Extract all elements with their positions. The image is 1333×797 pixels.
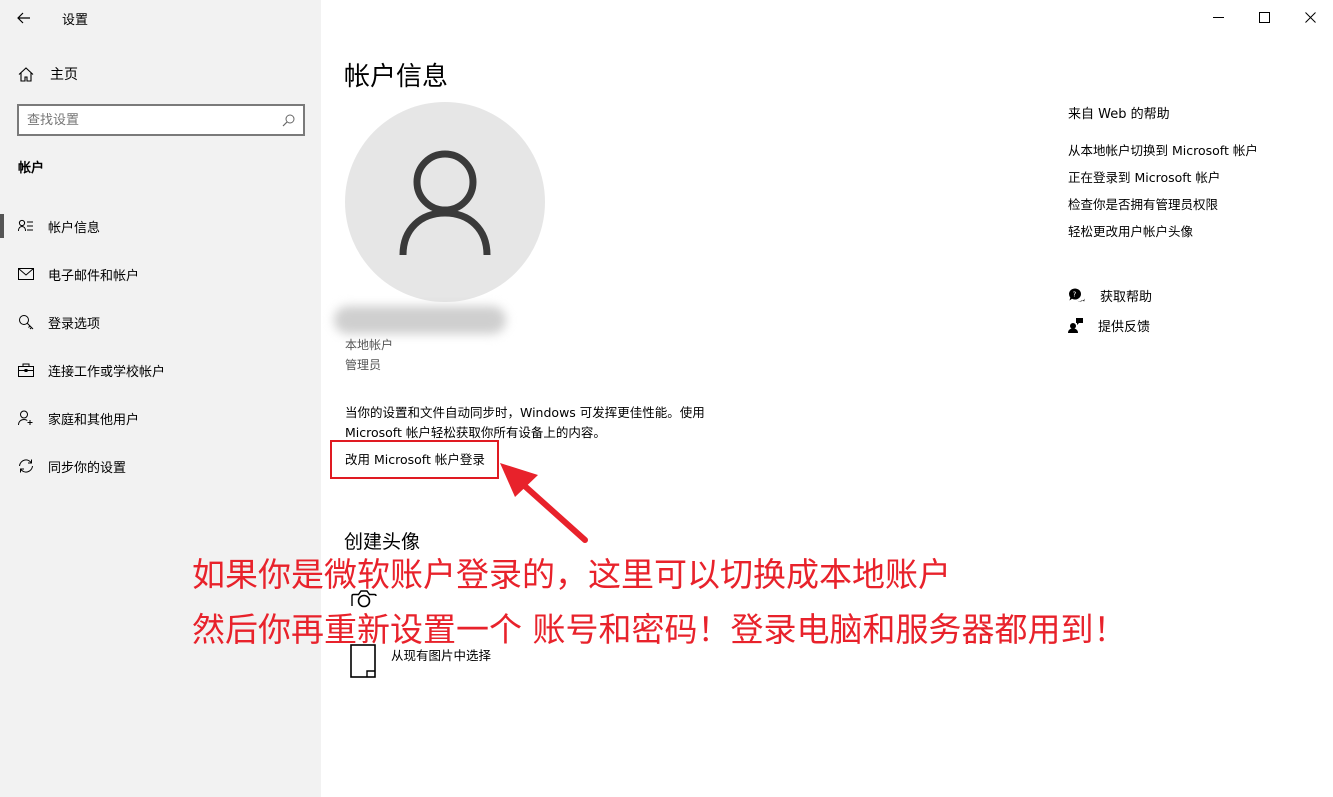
close-icon xyxy=(1304,11,1316,23)
sync-description: 当你的设置和文件自动同步时，Windows 可发挥更佳性能。使用 Microso… xyxy=(345,405,705,440)
nav-list: 帐户信息 电子邮件和帐户 登录选项 连接工作或学校帐户 家庭和其他用户 同步你的… xyxy=(0,202,321,490)
svg-text:?: ? xyxy=(1073,291,1077,299)
key-icon xyxy=(19,315,34,330)
minimize-icon xyxy=(1212,16,1224,18)
sidebar-item-sync[interactable]: 同步你的设置 xyxy=(0,442,321,490)
annotation-arrow-icon xyxy=(500,463,588,543)
annotation-highlight-box xyxy=(330,440,499,479)
sidebar-item-label: 同步你的设置 xyxy=(48,460,127,476)
search-box[interactable] xyxy=(17,104,305,136)
feedback-icon xyxy=(1068,318,1083,333)
create-avatar-title: 创建头像 xyxy=(344,531,421,553)
mail-icon xyxy=(18,268,34,280)
help-links: 从本地帐户切换到 Microsoft 帐户 正在登录到 Microsoft 帐户… xyxy=(1068,137,1258,245)
get-help-button[interactable]: ? 获取帮助 xyxy=(1068,284,1152,306)
sidebar-item-label: 连接工作或学校帐户 xyxy=(48,364,166,380)
minimize-button[interactable] xyxy=(1195,0,1241,34)
user-icon xyxy=(399,150,491,256)
briefcase-icon xyxy=(18,363,34,377)
search-icon xyxy=(282,114,295,126)
back-arrow-icon xyxy=(17,12,30,24)
sidebar-item-account-info[interactable]: 帐户信息 xyxy=(0,202,321,250)
add-person-icon xyxy=(18,410,33,426)
account-info-icon xyxy=(18,219,33,232)
search-input[interactable] xyxy=(27,112,282,128)
page-title: 帐户信息 xyxy=(344,62,449,92)
maximize-button[interactable] xyxy=(1241,0,1287,34)
sidebar-item-label: 帐户信息 xyxy=(48,220,101,236)
sidebar-item-work-school[interactable]: 连接工作或学校帐户 xyxy=(0,346,321,394)
sidebar-item-label: 登录选项 xyxy=(48,316,101,332)
sidebar-item-label: 电子邮件和帐户 xyxy=(48,268,140,284)
back-button[interactable] xyxy=(0,0,48,36)
home-icon xyxy=(18,66,34,82)
sidebar-item-signin-options[interactable]: 登录选项 xyxy=(0,298,321,346)
account-type: 本地帐户 xyxy=(345,338,394,352)
help-link[interactable]: 正在登录到 Microsoft 帐户 xyxy=(1068,164,1258,191)
nav-home-label: 主页 xyxy=(50,67,78,83)
section-label: 帐户 xyxy=(18,161,45,176)
feedback-button[interactable]: 提供反馈 xyxy=(1068,314,1150,336)
sidebar: 设置 主页 帐户 帐户信息 电子邮件和帐户 登录选项 连接工作或学校帐户 家庭和… xyxy=(0,0,321,797)
annotation-line-1: 如果你是微软账户登录的，这里可以切换成本地账户 xyxy=(192,555,951,594)
account-role: 管理员 xyxy=(345,358,382,372)
sync-icon xyxy=(19,459,33,473)
sidebar-item-email[interactable]: 电子邮件和帐户 xyxy=(0,250,321,298)
sidebar-item-family[interactable]: 家庭和其他用户 xyxy=(0,394,321,442)
title-bar: 设置 xyxy=(0,0,321,36)
window-controls xyxy=(1195,0,1333,34)
help-link[interactable]: 从本地帐户切换到 Microsoft 帐户 xyxy=(1068,137,1258,164)
help-link[interactable]: 轻松更改用户帐户头像 xyxy=(1068,218,1258,245)
avatar xyxy=(345,102,545,302)
app-title: 设置 xyxy=(62,12,89,28)
feedback-label: 提供反馈 xyxy=(1098,319,1151,335)
annotation-line-2: 然后你再重新设置一个 账号和密码！登录电脑和服务器都用到！ xyxy=(192,610,1127,649)
help-chat-icon: ? xyxy=(1069,288,1085,302)
blurred-username xyxy=(334,306,506,334)
close-button[interactable] xyxy=(1287,0,1333,34)
help-link[interactable]: 检查你是否拥有管理员权限 xyxy=(1068,191,1258,218)
sidebar-item-label: 家庭和其他用户 xyxy=(48,412,140,428)
help-title: 来自 Web 的帮助 xyxy=(1068,107,1170,122)
maximize-icon xyxy=(1258,11,1270,23)
get-help-label: 获取帮助 xyxy=(1100,289,1153,305)
nav-home[interactable]: 主页 xyxy=(0,56,321,92)
